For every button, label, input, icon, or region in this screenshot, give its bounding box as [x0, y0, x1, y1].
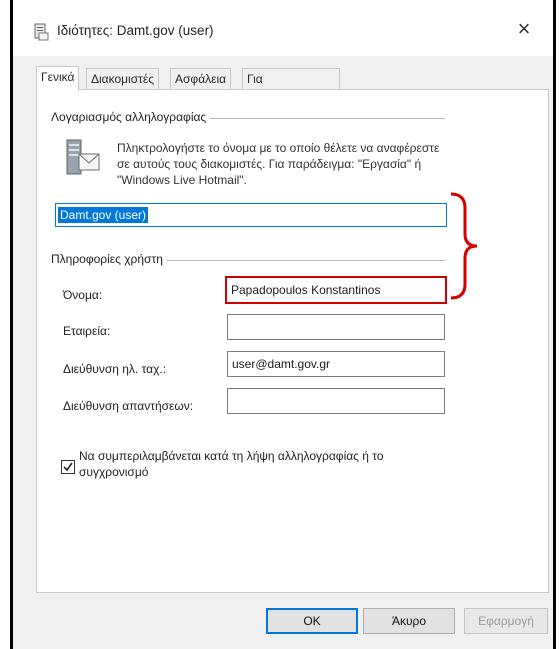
name-label: Όνομα:	[63, 288, 103, 302]
account-description: Πληκτρολογήστε το όνομα με το οποίο θέλε…	[117, 141, 440, 187]
red-brace-annotation	[450, 192, 478, 300]
apply-button[interactable]: Εφαρμογή	[464, 608, 548, 634]
email-field-value: user@damt.gov.gr	[232, 357, 330, 371]
close-icon: ×	[517, 16, 531, 41]
company-label: Εταιρεία:	[63, 324, 111, 338]
ok-button[interactable]: OK	[266, 608, 358, 634]
window-title: Ιδιότητες: Damt.gov (user)	[57, 23, 214, 38]
checkmark-icon	[63, 462, 73, 472]
reply-address-field[interactable]	[227, 388, 445, 414]
name-field-value: Papadopoulos Konstantinos	[231, 283, 381, 297]
tab-security[interactable]: Ασφάλεια	[170, 68, 232, 90]
title-bar: Ιδιότητες: Damt.gov (user) ×	[13, 0, 553, 56]
close-button[interactable]: ×	[509, 14, 539, 44]
account-name-input[interactable]: Damt.gov (user)	[55, 203, 447, 227]
tab-advanced[interactable]: Για προχωρημένους	[242, 68, 340, 106]
mail-account-group-label: Λογαριασμός αλληλογραφίας	[51, 110, 211, 124]
general-tab-panel: Λογαριασμός αλληλογραφίας Πληκτρολογήστε…	[36, 89, 549, 593]
properties-app-icon	[34, 23, 49, 41]
reply-address-label: Διεύθυνση απαντήσεων:	[63, 399, 194, 413]
account-name-selected-text: Damt.gov (user)	[58, 207, 149, 223]
company-field[interactable]	[227, 314, 445, 340]
sync-checkbox[interactable]	[61, 460, 75, 474]
tab-general[interactable]: Γενικά	[36, 66, 80, 91]
email-label: Διεύθυνση ηλ. ταχ.:	[63, 362, 167, 376]
name-field[interactable]: Papadopoulos Konstantinos	[225, 276, 447, 304]
sync-checkbox-label[interactable]: Να συμπεριλαμβάνεται κατά τη λήψη αλληλο…	[79, 448, 449, 480]
tab-servers[interactable]: Διακομιστές	[86, 68, 160, 90]
user-info-group-label: Πληροφορίες χρήστη	[51, 252, 167, 266]
mail-account-icon	[66, 139, 100, 175]
email-field[interactable]: user@damt.gov.gr	[227, 351, 445, 377]
cancel-button[interactable]: Άκυρο	[363, 608, 455, 634]
dialog-window: Ιδιότητες: Damt.gov (user) × Γενικά Διακ…	[10, 0, 556, 649]
